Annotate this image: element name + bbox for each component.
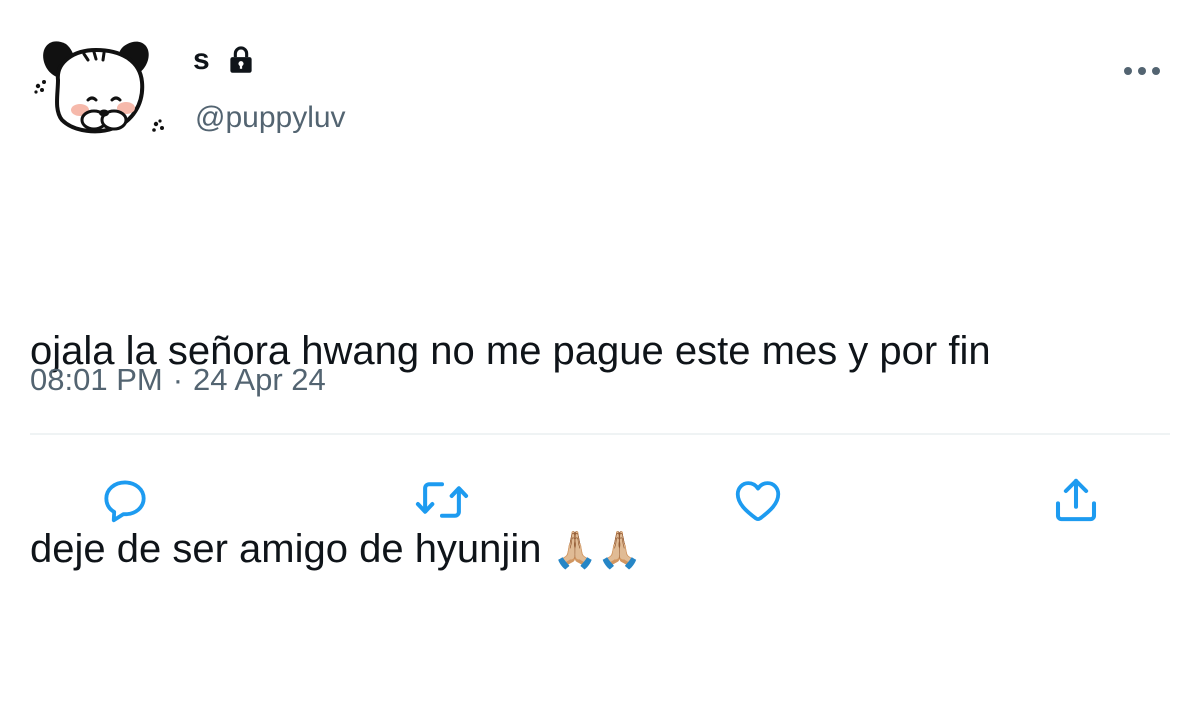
share-button[interactable]	[1043, 465, 1109, 535]
reply-icon	[104, 480, 146, 523]
pochacco-avatar-icon[interactable]	[28, 30, 176, 148]
retweet-icon	[415, 482, 469, 518]
user-name-row: s	[193, 38, 258, 82]
tweet-action-bar	[0, 465, 1200, 535]
tweet: s @puppyluv ojala la señora hwang no me …	[0, 0, 1200, 586]
tweet-date: 24 Apr 24	[193, 362, 326, 397]
timestamp-separator: ·	[172, 362, 184, 397]
tweet-timestamp[interactable]: 08:01 PM · 24 Apr 24	[30, 360, 326, 400]
praying-hands-emoji: 🙏🏼🙏🏼	[552, 530, 643, 571]
heart-icon	[735, 481, 781, 522]
more-options-button[interactable]	[1118, 56, 1166, 86]
lock-icon	[230, 46, 252, 73]
like-button[interactable]	[725, 465, 791, 535]
divider	[30, 433, 1170, 435]
user-handle[interactable]: @puppyluv	[195, 96, 346, 140]
tweet-text: ojala la señora hwang no me pague este m…	[30, 186, 1170, 716]
more-icon	[1124, 67, 1160, 75]
share-icon	[1055, 478, 1097, 522]
reply-button[interactable]	[92, 465, 158, 535]
retweet-button[interactable]	[409, 465, 475, 535]
display-name[interactable]: s	[193, 38, 210, 82]
tweet-time: 08:01 PM	[30, 362, 163, 397]
